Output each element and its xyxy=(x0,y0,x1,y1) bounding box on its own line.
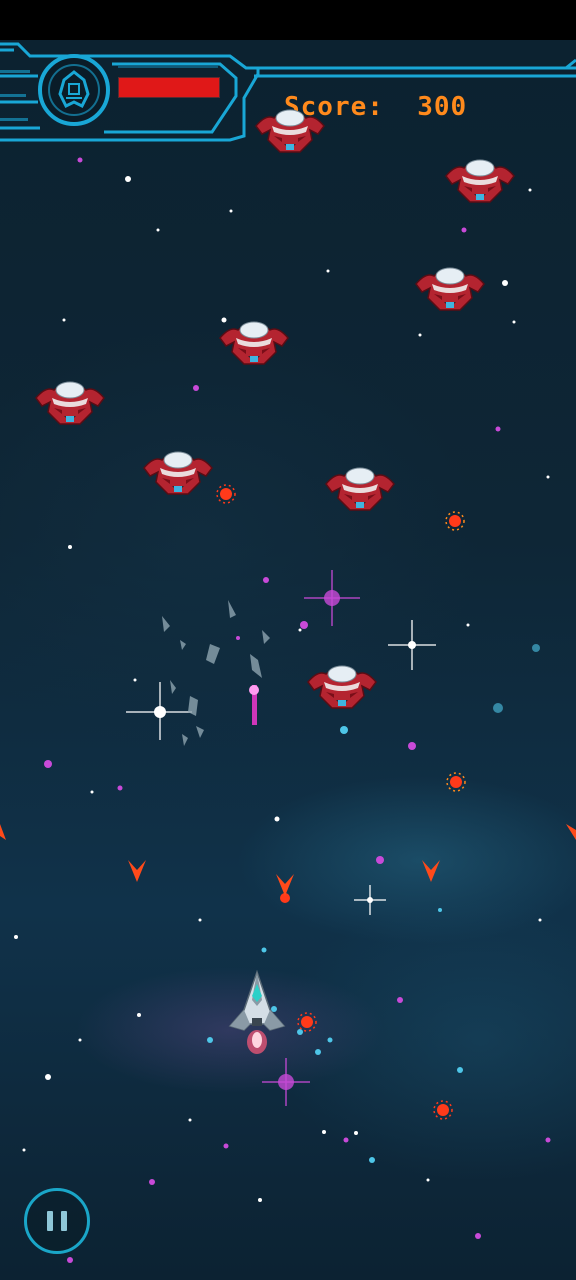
player-ship xyxy=(228,970,286,1054)
enemy-missile xyxy=(566,824,576,840)
pause-icon xyxy=(43,1211,71,1231)
enemy-bullet xyxy=(216,484,236,504)
enemy-bullet xyxy=(445,511,465,531)
projectiles xyxy=(0,484,576,1120)
enemy-missile xyxy=(276,874,294,896)
enemy-missile xyxy=(422,860,440,882)
player-laser xyxy=(249,685,259,725)
enemy-missile xyxy=(0,824,6,840)
enemy-missile xyxy=(128,860,146,882)
pause-button[interactable] xyxy=(24,1188,90,1254)
game-canvas[interactable]: Score: 300 xyxy=(0,40,576,1280)
status-bar xyxy=(0,0,576,40)
enemy-bullet xyxy=(433,1100,453,1120)
enemy-bullet xyxy=(297,1012,317,1032)
enemy-bullet xyxy=(446,772,466,792)
